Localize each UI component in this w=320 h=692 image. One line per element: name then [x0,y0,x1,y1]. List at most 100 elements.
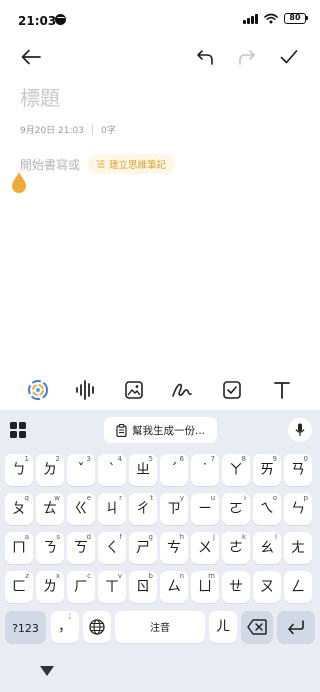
key-row3-1[interactable]: sㄋ [36,532,64,564]
key-row4-7[interactable]: ㄝ [222,571,250,603]
editor-toolbar [0,40,320,74]
key-label: ㄐ [105,501,119,517]
key-row3-5[interactable]: hㄘ [160,532,188,564]
key-label: ㄞ [260,462,274,478]
key-row1-6[interactable]: 7 ˙ [191,454,219,486]
key-row4-3[interactable]: vㄒ [98,571,126,603]
key-row3-7[interactable]: kㄜ [222,532,250,564]
key-label: ㄑ [105,540,119,556]
redo-icon [239,50,255,65]
title-field[interactable]: 標題 [20,82,60,111]
zhuyin-keyboard: 幫我生成一份... 1 ㄅ 2 ㄉ 3 ˇ 4 ˋ 5 ㄓ 6 ˊ 7 ˙ 8 ㄚ 9 ㄞ 0 ㄢ q ㄆ w ㄊ e ㄍ r ㄐ t ㄔ… [0,410,320,692]
key-label: ㄋ [43,540,57,556]
key-label: ㄜ [229,540,243,556]
key-row3-0[interactable]: aㄇ [5,532,33,564]
key-row1-7[interactable]: 8ㄚ [222,454,250,486]
key-label: ㄕ [136,540,150,556]
cursor-handle-icon[interactable] [11,172,27,194]
space-key[interactable]: 注音 [115,611,205,643]
voice-wave-icon[interactable] [74,378,98,402]
key-row1-1[interactable]: 2ㄉ [36,454,64,486]
checklist-icon[interactable] [220,378,244,402]
key-row4-6[interactable]: mㄩ [191,571,219,603]
handwriting-icon[interactable] [170,378,194,402]
key-row3-2[interactable]: dㄎ [67,532,95,564]
checkmark-icon [280,50,298,64]
confirm-button[interactable] [274,42,304,72]
er-key[interactable]: ㄦ [209,611,237,643]
key-row1-0[interactable]: 1ㄅ [5,454,33,486]
char-count: 0字 [100,126,116,136]
er-key-label: ㄦ [216,619,230,635]
back-button[interactable] [16,42,46,72]
microphone-button[interactable] [288,418,312,442]
key-label: ㄨ [198,540,212,556]
key-label: ㄌ [43,579,57,595]
key-row1-8[interactable]: 9ㄞ [253,454,281,486]
key-label: ㄚ [229,462,243,478]
microphone-icon [295,423,305,436]
key-row4-8[interactable]: ㄡ [253,571,281,603]
key-row2-3[interactable]: rㄐ [98,493,126,525]
redo-button[interactable] [232,42,262,72]
key-row2-1[interactable]: wㄊ [36,493,64,525]
key-label: ㄝ [229,579,243,595]
key-label: ㄛ [229,501,243,517]
key-label: ㄔ [136,501,150,517]
signal-icon [243,13,258,24]
key-row1-4[interactable]: 5ㄓ [129,454,157,486]
key-row3-6[interactable]: jㄨ [191,532,219,564]
key-row4-5[interactable]: nㄙ [160,571,188,603]
key-row3-8[interactable]: lㄠ [253,532,281,564]
key-row2-9[interactable]: pㄣ [284,493,312,525]
body-area[interactable]: 開始書寫或 建立思維筆記 [20,154,176,174]
key-row1-3[interactable]: 4ˋ [98,454,126,486]
key-label: ㄡ [260,579,274,595]
ai-assistant-icon[interactable] [26,378,50,402]
key-row3-9[interactable]: ㄤ [284,532,312,564]
key-label: ˋ [108,462,116,478]
backspace-key[interactable] [241,611,273,643]
key-row4-2[interactable]: cㄏ [67,571,95,603]
key-label: ㄒ [105,579,119,595]
key-row1-9[interactable]: 0ㄢ [284,454,312,486]
key-label: ㄗ [167,501,181,517]
key-row2-7[interactable]: iㄛ [222,493,250,525]
key-row2-8[interactable]: oㄟ [253,493,281,525]
symbols-key[interactable]: ?123 [5,611,46,643]
key-label: ˇ [77,462,85,478]
key-row2-2[interactable]: eㄍ [67,493,95,525]
undo-button[interactable] [190,42,220,72]
ai-suggestion-chip[interactable]: 幫我生成一份... [104,417,217,443]
text-format-icon[interactable] [270,378,294,402]
mindmap-label: 建立思維筆記 [109,160,167,171]
key-row3-3[interactable]: fㄑ [98,532,126,564]
key-label: ㄢ [291,462,305,478]
key-row2-5[interactable]: yㄗ [160,493,188,525]
nav-back-icon[interactable] [40,666,54,676]
create-mindmap-button[interactable]: 建立思維筆記 [88,154,176,174]
symbols-key-label: ?123 [12,622,39,635]
key-label: ㄩ [198,579,212,595]
enter-key[interactable] [277,611,315,643]
globe-icon [89,619,105,635]
key-row2-0[interactable]: qㄆ [5,493,33,525]
comma-key[interactable]: ； ， [51,611,79,643]
image-icon[interactable] [122,378,146,402]
key-row4-1[interactable]: xㄌ [36,571,64,603]
key-label: ㄉ [43,462,57,478]
key-row1-2[interactable]: 3ˇ [67,454,95,486]
key-label: ˙ [201,462,209,478]
key-row4-4[interactable]: bㄖ [129,571,157,603]
apps-grid-icon[interactable] [10,422,26,438]
undo-icon [197,50,213,65]
key-label: ㄏ [74,579,88,595]
key-label: ㄤ [291,540,305,556]
key-row2-6[interactable]: uㄧ [191,493,219,525]
key-row4-0[interactable]: zㄈ [5,571,33,603]
key-row4-9[interactable]: ㄥ [284,571,312,603]
language-key[interactable] [83,611,111,643]
key-row1-5[interactable]: 6ˊ [160,454,188,486]
key-row3-4[interactable]: gㄕ [129,532,157,564]
key-row2-4[interactable]: tㄔ [129,493,157,525]
